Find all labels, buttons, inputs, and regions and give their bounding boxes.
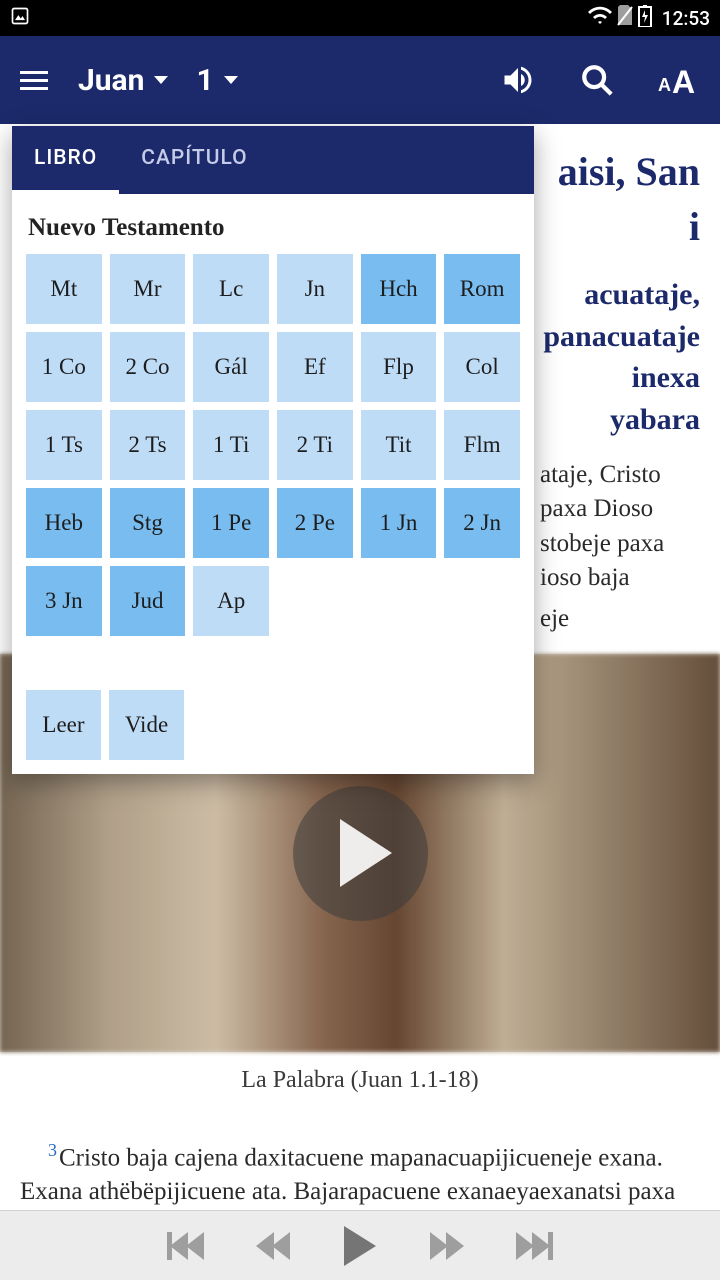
- book-cell[interactable]: 2 Ts: [110, 410, 186, 480]
- tab-capitulo[interactable]: CAPÍTULO: [119, 126, 269, 194]
- status-bar: 12:53: [0, 0, 720, 36]
- play-icon: [344, 1226, 376, 1266]
- book-cell[interactable]: Mt: [26, 254, 102, 324]
- search-button[interactable]: [580, 63, 614, 97]
- book-cell[interactable]: Col: [444, 332, 520, 402]
- book-dropdown[interactable]: Juan: [78, 63, 168, 98]
- svg-text:A: A: [658, 75, 671, 95]
- book-cell[interactable]: Mr: [110, 254, 186, 324]
- playback-bar: [0, 1210, 720, 1280]
- book-cell[interactable]: 1 Co: [26, 332, 102, 402]
- section-label: Nuevo Testamento: [28, 214, 520, 242]
- book-cell[interactable]: 1 Ti: [193, 410, 269, 480]
- book-label: Juan: [78, 63, 144, 98]
- book-cell[interactable]: Ef: [277, 332, 353, 402]
- skip-back-button[interactable]: [167, 1232, 204, 1260]
- book-picker-popup: LIBRO CAPÍTULO Nuevo Testamento MtMrLcJn…: [12, 126, 534, 774]
- menu-button[interactable]: [20, 71, 48, 90]
- book-cell[interactable]: Heb: [26, 488, 102, 558]
- book-cell[interactable]: Jn: [277, 254, 353, 324]
- book-cell[interactable]: Rom: [444, 254, 520, 324]
- chevron-down-icon: [224, 76, 238, 84]
- book-cell[interactable]: 2 Jn: [444, 488, 520, 558]
- video-caption: La Palabra (Juan 1.1-18): [20, 1064, 700, 1097]
- play-overlay[interactable]: [293, 786, 428, 921]
- battery-icon: [638, 5, 652, 32]
- verse-text: Cristo baja cajena daxitacuene mapanacua…: [20, 1144, 675, 1210]
- book-cell[interactable]: 2 Ti: [277, 410, 353, 480]
- book-cell[interactable]: 2 Co: [110, 332, 186, 402]
- book-grid: MtMrLcJnHchRom1 Co2 CoGálEfFlpCol1 Ts2 T…: [26, 254, 520, 636]
- extra-cell[interactable]: Leer: [26, 690, 101, 760]
- book-cell[interactable]: 3 Jn: [26, 566, 102, 636]
- app-bar: Juan 1 AA: [0, 36, 720, 124]
- book-cell[interactable]: Jud: [110, 566, 186, 636]
- image-icon: [10, 6, 30, 31]
- verse-paragraph: 3Cristo baja cajena daxitacuene mapanacu…: [20, 1138, 700, 1210]
- tab-bar: LIBRO CAPÍTULO: [12, 126, 534, 194]
- skip-forward-button[interactable]: [516, 1232, 553, 1260]
- book-cell[interactable]: Lc: [193, 254, 269, 324]
- book-cell[interactable]: 2 Pe: [277, 488, 353, 558]
- book-cell[interactable]: 1 Pe: [193, 488, 269, 558]
- chapter-label: 1: [196, 63, 213, 98]
- svg-text:A: A: [672, 64, 695, 97]
- book-cell[interactable]: 1 Jn: [361, 488, 437, 558]
- book-cell[interactable]: Flm: [444, 410, 520, 480]
- sim-icon: [616, 5, 634, 32]
- chevron-down-icon: [154, 76, 168, 84]
- book-cell[interactable]: Gál: [193, 332, 269, 402]
- extra-cell[interactable]: Vide: [109, 690, 184, 760]
- tab-libro[interactable]: LIBRO: [12, 126, 119, 194]
- font-size-button[interactable]: AA: [658, 63, 700, 97]
- audio-button[interactable]: [500, 62, 536, 98]
- extras-row: LeerVide: [26, 690, 520, 760]
- forward-button[interactable]: [430, 1232, 462, 1260]
- chapter-dropdown[interactable]: 1: [196, 63, 237, 98]
- wifi-icon: [588, 6, 612, 31]
- book-cell[interactable]: Hch: [361, 254, 437, 324]
- book-cell[interactable]: 1 Ts: [26, 410, 102, 480]
- book-cell[interactable]: Stg: [110, 488, 186, 558]
- status-clock: 12:53: [662, 7, 710, 30]
- play-icon: [340, 819, 392, 887]
- rewind-button[interactable]: [258, 1232, 290, 1260]
- book-cell[interactable]: Ap: [193, 566, 269, 636]
- book-cell[interactable]: Flp: [361, 332, 437, 402]
- verse-number: 3: [48, 1140, 57, 1160]
- play-button[interactable]: [344, 1226, 376, 1266]
- book-cell[interactable]: Tit: [361, 410, 437, 480]
